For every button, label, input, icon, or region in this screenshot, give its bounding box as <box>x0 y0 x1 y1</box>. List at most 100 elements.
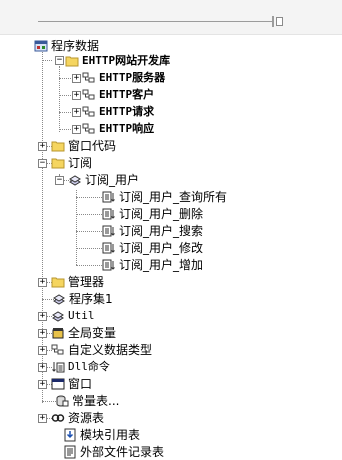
tree-node-external-files[interactable]: 外部文件记录表 <box>63 444 164 460</box>
tree-node-dll-commands[interactable]: Dll命令 <box>51 359 110 375</box>
program-tree: − + + + + + − − + + + + + + + 程序数据 EHTTP… <box>0 34 342 459</box>
scroll-track-end <box>272 16 274 27</box>
node-label: Dll命令 <box>68 360 110 373</box>
node-label: EHTTP服务器 <box>99 71 166 84</box>
top-scrollbar-area <box>0 0 342 35</box>
tree-node-ehttp-server[interactable]: EHTTP服务器 <box>82 70 165 86</box>
node-label: 订阅_用户_修改 <box>119 241 204 255</box>
horizontal-scroll-track[interactable] <box>38 21 272 22</box>
tree-node-resources[interactable]: 资源表 <box>51 410 104 426</box>
node-label: 全局变量 <box>68 326 117 340</box>
expand-toggle[interactable]: + <box>72 125 81 134</box>
collapse-toggle[interactable]: − <box>55 56 64 65</box>
folder-open-icon <box>51 156 65 170</box>
expand-toggle[interactable]: + <box>38 278 47 287</box>
class-module-icon <box>82 122 96 136</box>
node-label: 订阅_用户_查询所有 <box>119 190 228 204</box>
tree-node-sub-modify[interactable]: 订阅_用户_修改 <box>102 240 203 256</box>
tree-node-global-vars[interactable]: 全局变量 <box>51 325 116 341</box>
collapse-toggle[interactable]: − <box>55 176 64 185</box>
tree-branch <box>42 401 56 402</box>
global-variable-icon <box>51 326 65 340</box>
expand-toggle[interactable]: + <box>38 142 47 151</box>
node-label: 订阅 <box>68 156 93 170</box>
tree-branch <box>76 197 102 198</box>
tree-node-program-set[interactable]: 程序集1 <box>52 291 113 307</box>
node-label: 窗口 <box>68 377 93 391</box>
node-label: 自定义数据类型 <box>68 343 153 357</box>
tree-node-util[interactable]: Util <box>51 308 95 324</box>
tree-node-manager[interactable]: 管理器 <box>51 274 104 290</box>
subroutine-icon <box>102 207 116 221</box>
folder-icon <box>51 139 65 153</box>
tree-node-program-data[interactable]: 程序数据 <box>34 38 99 54</box>
tree-node-sub-search[interactable]: 订阅_用户_搜索 <box>102 223 203 239</box>
dll-command-icon <box>51 360 65 374</box>
tree-node-sub-delete[interactable]: 订阅_用户_删除 <box>102 206 203 222</box>
tree-node-ehttp-response[interactable]: EHTTP响应 <box>82 121 154 137</box>
node-label: 订阅_用户_搜索 <box>119 224 204 238</box>
node-label: EHTTP响应 <box>99 122 155 135</box>
tree-node-window[interactable]: 窗口 <box>51 376 92 392</box>
tree-line-site-lib <box>59 66 60 132</box>
node-label: Util <box>68 309 95 322</box>
tree-node-sub-add[interactable]: 订阅_用户_增加 <box>102 257 203 273</box>
subroutine-icon <box>102 258 116 272</box>
tree-node-custom-types[interactable]: 自定义数据类型 <box>51 342 152 358</box>
resource-table-icon <box>51 411 65 425</box>
tree-node-sub-query-all[interactable]: 订阅_用户_查询所有 <box>102 189 227 205</box>
expand-toggle[interactable]: + <box>38 329 47 338</box>
constant-table-icon <box>55 394 69 408</box>
tree-node-module-refs[interactable]: 模块引用表 <box>63 427 140 443</box>
node-label: EHTTP请求 <box>99 105 155 118</box>
expand-toggle[interactable]: + <box>72 74 81 83</box>
node-label: 常量表... <box>72 394 120 408</box>
expand-toggle[interactable]: + <box>72 91 81 100</box>
node-label: 程序数据 <box>51 39 100 53</box>
assembly-icon <box>52 292 66 306</box>
node-label: EHTTP客户 <box>99 88 155 101</box>
collapse-toggle[interactable]: − <box>38 159 47 168</box>
assembly-icon <box>68 173 82 187</box>
tree-node-subscribe[interactable]: 订阅 <box>51 155 92 171</box>
tree-node-subscribe-user[interactable]: 订阅_用户 <box>68 172 139 188</box>
node-label: 窗口代码 <box>68 139 117 153</box>
node-label: EHTTP网站开发库 <box>82 54 171 67</box>
node-label: 程序集1 <box>69 292 113 306</box>
tree-branch <box>76 248 102 249</box>
node-label: 外部文件记录表 <box>80 445 165 459</box>
tree-branch <box>76 214 102 215</box>
expand-toggle[interactable]: + <box>38 312 47 321</box>
expand-toggle[interactable]: + <box>72 108 81 117</box>
tree-line-subscribe-user <box>76 190 77 265</box>
scroll-right-button[interactable] <box>276 17 283 26</box>
tree-branch <box>42 60 52 61</box>
tree-branch <box>59 95 71 96</box>
class-module-icon <box>82 71 96 85</box>
external-file-icon <box>63 445 77 459</box>
program-data-icon <box>34 39 48 53</box>
module-reference-icon <box>63 428 77 442</box>
node-label: 模块引用表 <box>80 428 141 442</box>
assembly-icon <box>51 309 65 323</box>
subroutine-icon <box>102 190 116 204</box>
folder-icon <box>65 54 79 68</box>
tree-branch <box>59 129 71 130</box>
class-module-icon <box>82 105 96 119</box>
tree-node-ehttp-request[interactable]: EHTTP请求 <box>82 104 154 120</box>
tree-node-constants[interactable]: 常量表... <box>55 393 119 409</box>
expand-toggle[interactable]: + <box>38 414 47 423</box>
node-label: 订阅_用户_删除 <box>119 207 204 221</box>
node-label: 订阅_用户_增加 <box>119 258 204 272</box>
tree-node-ehttp-site-lib[interactable]: EHTTP网站开发库 <box>65 53 170 69</box>
node-label: 资源表 <box>68 411 105 425</box>
class-module-icon <box>51 343 65 357</box>
subroutine-icon <box>102 241 116 255</box>
folder-icon <box>51 275 65 289</box>
tree-node-ehttp-client[interactable]: EHTTP客户 <box>82 87 154 103</box>
window-icon <box>51 377 65 391</box>
expand-toggle[interactable]: + <box>38 346 47 355</box>
expand-toggle[interactable]: + <box>38 363 47 372</box>
expand-toggle[interactable]: + <box>38 380 47 389</box>
tree-node-window-code[interactable]: 窗口代码 <box>51 138 116 154</box>
